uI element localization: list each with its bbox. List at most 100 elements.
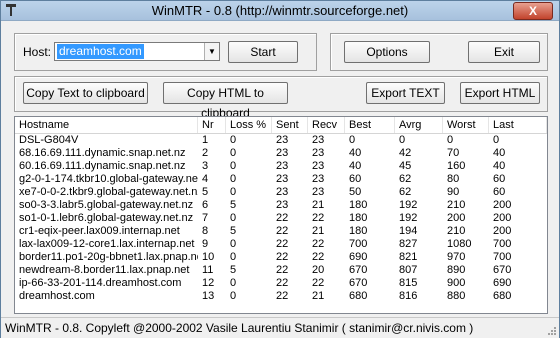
table-row[interactable]: newdream-8.border11.lax.pnap.net 11 5 22 20 6… xyxy=(15,264,547,277)
column-header-nr[interactable]: Nr xyxy=(198,117,226,133)
column-header-worst[interactable]: Worst xyxy=(443,117,489,133)
resize-grip-icon[interactable] xyxy=(547,326,557,336)
col-loss-cell: 0 xyxy=(230,173,237,185)
col-nr-cell: 8 xyxy=(202,225,209,237)
col-hostname-cell: lax-lax009-12-core1.lax.internap.net xyxy=(19,238,195,250)
col-avrg-cell: 62 xyxy=(399,173,412,185)
col-sent-cell: 22 xyxy=(276,277,289,289)
col-nr-cell: 9 xyxy=(202,238,209,250)
title-bar[interactable]: WinMTR - 0.8 (http://winmtr.sourceforge.… xyxy=(1,1,559,21)
col-hostname-cell: xe7-0-0-2.tkbr9.global-gateway.net.nz xyxy=(19,186,198,198)
col-sent-cell: 22 xyxy=(276,264,289,276)
column-header-loss[interactable]: Loss % xyxy=(226,117,272,133)
col-worst-cell: 1080 xyxy=(447,238,472,250)
col-worst-cell: 900 xyxy=(447,277,466,289)
col-nr-cell: 13 xyxy=(202,290,215,302)
table-row[interactable]: border11.po1-20g-bbnet1.lax.pnap.net 10 0 2… xyxy=(15,251,547,264)
col-recv-cell: 20 xyxy=(312,264,325,276)
col-best-cell: 180 xyxy=(349,199,368,211)
col-last-cell: 700 xyxy=(493,251,512,263)
col-loss-cell: 0 xyxy=(230,134,237,146)
col-last-cell: 690 xyxy=(493,277,512,289)
close-button[interactable]: X xyxy=(513,2,553,20)
col-last-cell: 0 xyxy=(493,134,500,146)
col-best-cell: 690 xyxy=(349,251,368,263)
col-avrg-cell: 0 xyxy=(399,134,406,146)
col-loss-cell: 0 xyxy=(230,238,237,250)
table-row[interactable]: xe7-0-0-2.tkbr9.global-gateway.net.nz 5 0 2… xyxy=(15,186,547,199)
col-recv-cell: 23 xyxy=(312,134,325,146)
col-worst-cell: 80 xyxy=(447,173,460,185)
table-row[interactable]: so0-3-3.labr5.global-gateway.net.nz 6 5 23 2… xyxy=(15,199,547,212)
column-header-hostname[interactable]: Hostname xyxy=(15,117,198,133)
col-worst-cell: 70 xyxy=(447,147,460,159)
column-header-sent[interactable]: Sent xyxy=(272,117,308,133)
col-sent-cell: 23 xyxy=(276,199,289,211)
col-sent-cell: 22 xyxy=(276,212,289,224)
col-worst-cell: 160 xyxy=(447,160,466,172)
col-avrg-cell: 42 xyxy=(399,147,412,159)
col-loss-cell: 0 xyxy=(230,147,237,159)
col-loss-cell: 0 xyxy=(230,290,237,302)
col-last-cell: 40 xyxy=(493,147,506,159)
exit-button[interactable]: Exit xyxy=(468,41,540,63)
col-last-cell: 40 xyxy=(493,160,506,172)
table-row[interactable]: 68.16.69.111.dynamic.snap.net.nz 2 0 23 23 40… xyxy=(15,147,547,160)
col-loss-cell: 0 xyxy=(230,251,237,263)
table-row[interactable]: g2-0-1-174.tkbr10.global-gateway.ne... 4 0… xyxy=(15,173,547,186)
status-bar: WinMTR - 0.8. Copyleft @2000-2002 Vasile… xyxy=(1,317,559,338)
column-header-recv[interactable]: Recv xyxy=(308,117,345,133)
col-worst-cell: 210 xyxy=(447,199,466,211)
col-loss-cell: 0 xyxy=(230,160,237,172)
col-avrg-cell: 827 xyxy=(399,238,418,250)
start-button[interactable]: Start xyxy=(228,41,298,63)
col-nr-cell: 5 xyxy=(202,186,209,198)
col-hostname-cell: g2-0-1-174.tkbr10.global-gateway.ne... xyxy=(19,173,198,185)
col-recv-cell: 22 xyxy=(312,212,325,224)
table-row[interactable]: DSL-G804V 1 0 23 23 0 0 0 0 xyxy=(15,134,547,147)
table-row[interactable]: lax-lax009-12-core1.lax.internap.net 9 0 22… xyxy=(15,238,547,251)
col-hostname-cell: cr1-eqix-peer.lax009.internap.net xyxy=(19,225,180,237)
copy-text-button[interactable]: Copy Text to clipboard xyxy=(23,82,148,104)
col-last-cell: 200 xyxy=(493,212,512,224)
col-recv-cell: 23 xyxy=(312,173,325,185)
col-worst-cell: 0 xyxy=(447,134,454,146)
col-worst-cell: 890 xyxy=(447,264,466,276)
window-title: WinMTR - 0.8 (http://winmtr.sourceforge.… xyxy=(151,3,409,18)
table-row[interactable]: dreamhost.com 13 0 22 21 680 816 880 680 xyxy=(15,290,547,303)
export-html-button[interactable]: Export HTML xyxy=(460,82,540,104)
results-table[interactable]: Hostname Nr Loss % Sent Recv Best Avrg Worst Las… xyxy=(14,116,548,314)
table-row[interactable]: cr1-eqix-peer.lax009.internap.net 8 5 22 21 1… xyxy=(15,225,547,238)
col-worst-cell: 880 xyxy=(447,290,466,302)
col-worst-cell: 90 xyxy=(447,186,460,198)
copy-html-button[interactable]: Copy HTML to clipboard xyxy=(163,82,288,120)
col-best-cell: 670 xyxy=(349,264,368,276)
col-nr-cell: 10 xyxy=(202,251,215,263)
export-text-button[interactable]: Export TEXT xyxy=(366,82,445,104)
col-loss-cell: 5 xyxy=(230,199,237,211)
col-last-cell: 200 xyxy=(493,199,512,211)
column-header-avrg[interactable]: Avrg xyxy=(395,117,443,133)
table-row[interactable]: ip-66-33-201-114.dreamhost.com 12 0 22 22 670… xyxy=(15,277,547,290)
col-hostname-cell: 68.16.69.111.dynamic.snap.net.nz xyxy=(19,147,186,159)
status-text: WinMTR - 0.8. Copyleft @2000-2002 Vasile… xyxy=(5,321,474,335)
col-best-cell: 60 xyxy=(349,173,362,185)
host-combobox[interactable]: dreamhost.com ▼ xyxy=(54,42,220,61)
column-header-best[interactable]: Best xyxy=(345,117,395,133)
table-row[interactable]: so1-0-1.lebr6.global-gateway.net.nz 7 0 22 2… xyxy=(15,212,547,225)
col-sent-cell: 22 xyxy=(276,225,289,237)
col-avrg-cell: 816 xyxy=(399,290,418,302)
chevron-down-icon[interactable]: ▼ xyxy=(204,43,219,60)
col-avrg-cell: 192 xyxy=(399,199,418,211)
col-best-cell: 180 xyxy=(349,225,368,237)
col-sent-cell: 23 xyxy=(276,134,289,146)
col-sent-cell: 23 xyxy=(276,173,289,185)
col-worst-cell: 200 xyxy=(447,212,466,224)
host-input-value[interactable]: dreamhost.com xyxy=(57,44,144,59)
col-sent-cell: 22 xyxy=(276,290,289,302)
column-header-last[interactable]: Last xyxy=(489,117,547,133)
options-button[interactable]: Options xyxy=(344,41,430,63)
col-nr-cell: 12 xyxy=(202,277,215,289)
col-loss-cell: 0 xyxy=(230,212,237,224)
table-row[interactable]: 60.16.69.111.dynamic.snap.net.nz 3 0 23 23 40… xyxy=(15,160,547,173)
